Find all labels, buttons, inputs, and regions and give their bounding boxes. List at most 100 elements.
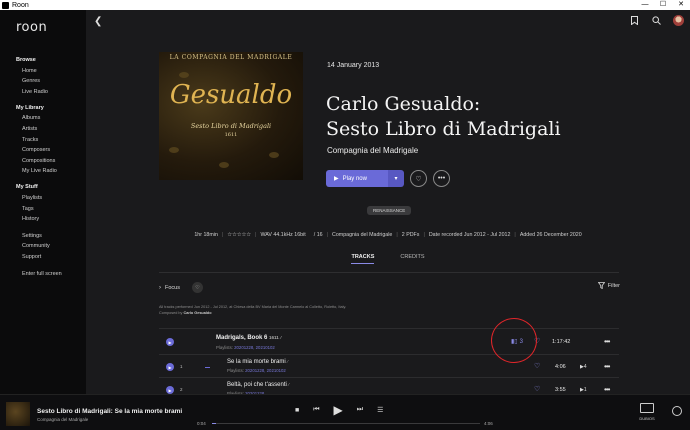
play-icon: ▶ [334,176,339,182]
favorite-button[interactable]: ♡ [410,170,427,187]
now-playing-title[interactable]: Sesto Libro di Madrigali: Se la mia mort… [37,408,182,415]
avatar[interactable] [673,15,684,26]
meta-format[interactable]: WAV 44.1kHz 16bit [260,232,305,238]
sidebar: roon Browse Home Genres Live Radio My Li… [0,10,86,394]
track-title-text: Se la mia morte brami [227,359,286,365]
track-title: Beltà, poi che t'assenti ⁄ [227,382,289,388]
queue-icon[interactable]: ☰ [377,406,383,414]
playlists-label: Playlists: [227,368,244,373]
volume-icon[interactable] [672,406,682,416]
zone-selector[interactable]: DUBIOS [635,403,659,421]
play-options-dropdown[interactable]: ▾ [388,170,404,187]
album-tabs: TRACKS CREDITS [86,254,690,264]
work-duration: 1:17:42 [552,339,571,345]
track-number: 2 [180,387,183,392]
performance-note: All tracks performed Jun 2012 - Jul 2012… [159,304,346,316]
next-icon[interactable]: ⏭ [357,406,363,414]
sidebar-heading-library: My Library [16,104,44,111]
album-artist-link[interactable]: Compagnia del Madrigale [327,146,418,155]
more-icon[interactable]: ••• [604,337,610,346]
track-title-text: Beltà, poi che t'assenti [227,382,287,388]
album-cover[interactable]: LA COMPAGNIA DEL MADRIGALE Gesualdo Sest… [159,52,303,180]
track-playlists: Playlists: 20201228, 20210102 [227,368,286,373]
add-to-queue-icon[interactable]: ▶4 [580,364,587,370]
heart-icon[interactable]: ♡ [534,362,540,370]
meta-track-count: / 16 [313,232,323,238]
roon-logo[interactable]: roon [16,20,86,35]
play-now-label: Play now [342,175,367,182]
playlist-links[interactable]: 20201228, 20210102 [234,345,275,350]
link-icon: ⁄ [287,359,289,364]
sidebar-item-tracks[interactable]: Tracks [16,137,86,143]
play-icon[interactable]: ▶ [166,386,174,394]
filter-control[interactable]: Filter [597,282,620,289]
filter-icon [597,282,605,289]
album-title-line-1: Carlo Gesualdo: [326,93,481,115]
genre-badge[interactable]: RENAISSANCE [367,206,412,215]
more-icon[interactable]: ••• [604,362,610,371]
track-row[interactable]: ▶ 1 Se la mia morte brami ⁄ Playlists: 2… [159,354,619,377]
player-bar: Sesto Libro di Madrigali: Se la mia mort… [0,394,690,430]
playback-controls: ■ ⏮ ▶ ⏭ ☰ [295,403,383,417]
album-view: ❮ LA COMPAGNIA DEL MADRIGALE Gesualdo Se… [86,10,690,396]
meta-pdfs[interactable]: 2 PDFs [402,232,420,238]
heart-filter-icon[interactable]: ♡ [191,282,203,293]
sidebar-item-compositions[interactable]: Compositions [16,158,86,164]
composed-by-label: Composed by [159,311,183,315]
sidebar-item-genres[interactable]: Genres [16,78,86,84]
track-duration: 4:06 [555,364,566,370]
play-icon[interactable]: ▶ [166,338,174,346]
sidebar-item-home[interactable]: Home [16,68,86,74]
sidebar-item-tags[interactable]: Tags [16,206,86,212]
more-button[interactable]: ••• [433,170,450,187]
composer-link[interactable]: Carlo Gesualdo [184,311,212,315]
sidebar-heading-browse: Browse [16,57,36,63]
meta-rating[interactable]: ☆☆☆☆☆ [227,232,251,238]
add-to-queue-icon[interactable]: ▶1 [580,387,587,393]
heart-icon[interactable]: ♡ [534,385,540,393]
meta-label[interactable]: Compagnia del Madrigale [332,232,392,238]
now-playing-indicator [205,367,210,368]
tab-tracks[interactable]: TRACKS [351,254,375,264]
sidebar-item-my-live-radio[interactable]: My Live Radio [16,168,86,174]
work-playlists: Playlists: 20201228, 20210102 [216,345,275,350]
sidebar-heading-my-stuff: My Stuff [16,184,38,191]
previous-icon[interactable]: ⏮ [313,406,319,414]
link-icon: ⁄ [280,335,282,340]
work-row[interactable]: ▶ Madrigals, Book 6 1611 ⁄ Playlists: 20… [159,328,619,354]
filter-label: Filter [607,282,620,289]
playlist-links[interactable]: 20201228, 20210102 [245,368,286,373]
sidebar-item-fullscreen[interactable]: Enter full screen [16,271,86,277]
focus-control[interactable]: › Focus ♡ [159,282,203,293]
tab-credits[interactable]: CREDITS [400,254,424,264]
elapsed-time: 0:04 [197,421,206,426]
more-icon: ••• [437,175,446,182]
sidebar-item-playlists[interactable]: Playlists [16,195,86,201]
maximize-button[interactable]: ☐ [654,0,672,10]
minimize-button[interactable]: — [636,0,654,10]
play-now-button[interactable]: ▶ Play now [326,170,388,187]
highlight-annotation-circle [491,318,537,363]
stop-icon[interactable]: ■ [295,407,299,414]
tabs-divider [159,272,619,273]
sidebar-item-live-radio[interactable]: Live Radio [16,89,86,95]
seek-bar[interactable] [212,423,480,424]
sidebar-item-settings[interactable]: Settings [16,233,86,239]
chevron-left-icon[interactable]: ❮ [94,16,102,27]
sidebar-item-community[interactable]: Community [16,243,86,249]
play-pause-button[interactable]: ▶ [334,403,343,417]
close-button[interactable]: ✕ [672,0,690,10]
sidebar-item-albums[interactable]: Albums [16,115,86,121]
playlists-label: Playlists: [216,345,233,350]
sidebar-item-composers[interactable]: Composers [16,147,86,153]
bookmark-icon[interactable] [629,16,639,26]
play-icon[interactable]: ▶ [166,363,174,371]
sidebar-item-artists[interactable]: Artists [16,126,86,132]
more-icon[interactable]: ••• [604,385,610,394]
zone-label: DUBIOS [639,416,655,421]
now-playing-artist[interactable]: Compagnia del Madrigale [37,417,88,422]
track-number: 1 [180,364,183,369]
search-icon[interactable] [651,16,661,26]
now-playing-cover[interactable] [6,402,30,426]
work-title: Madrigals, Book 6 1611 ⁄ [216,335,281,341]
